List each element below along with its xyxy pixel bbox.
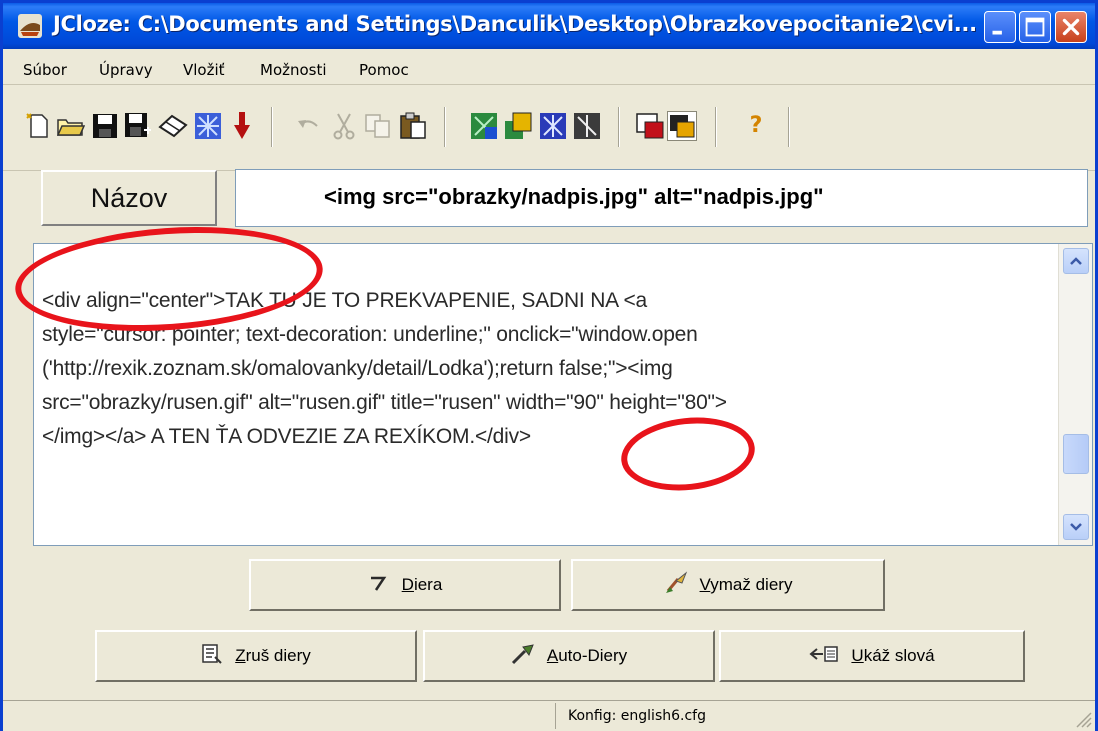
cancel-gaps-button[interactable]: Zruš diery bbox=[95, 630, 417, 682]
toolbar-separator bbox=[271, 107, 273, 147]
app-window: JCloze: C:\Documents and Settings\Dancul… bbox=[0, 0, 1098, 731]
paste-icon[interactable] bbox=[398, 111, 428, 141]
insert-pin-icon[interactable] bbox=[227, 111, 257, 141]
toolbar-separator bbox=[788, 107, 790, 147]
editor-line: src="obrazky/rusen.gif" alt="rusen.gif" … bbox=[42, 391, 727, 414]
close-button[interactable] bbox=[1055, 11, 1087, 43]
export-html-icon[interactable] bbox=[469, 111, 499, 141]
minimize-button[interactable] bbox=[984, 11, 1016, 43]
menu-help[interactable]: Pomoc bbox=[359, 61, 409, 79]
export-zip-icon[interactable] bbox=[572, 111, 602, 141]
list-icon bbox=[201, 643, 223, 669]
gap-icon bbox=[368, 574, 390, 596]
title-field-input[interactable]: <img src="obrazky/nadpis.jpg" alt="nadpi… bbox=[235, 169, 1088, 227]
auto-gaps-button-label: Auto-Diery bbox=[546, 646, 628, 665]
clear-gaps-button[interactable]: Vymaž diery bbox=[571, 559, 885, 611]
gap-button-label: Diera bbox=[401, 575, 443, 594]
editor-line: </img></a> A TEN ŤA ODVEZIE ZA REXÍKOM.<… bbox=[42, 425, 531, 448]
export-drag-drop-icon[interactable] bbox=[503, 111, 533, 141]
save-as-icon[interactable] bbox=[123, 111, 153, 141]
show-words-button[interactable]: Ukáž slová bbox=[719, 630, 1025, 682]
auto-gaps-button[interactable]: Auto-Diery bbox=[423, 630, 715, 682]
scroll-up-button[interactable] bbox=[1063, 248, 1089, 274]
copy-icon[interactable] bbox=[363, 111, 393, 141]
web-export-icon[interactable] bbox=[193, 111, 223, 141]
undo-icon[interactable] bbox=[294, 111, 324, 141]
chevron-up-icon bbox=[1070, 257, 1082, 265]
toolbar-separator bbox=[618, 107, 620, 147]
help-icon[interactable]: ? bbox=[741, 111, 771, 141]
scroll-thumb[interactable] bbox=[1063, 434, 1089, 474]
add-picture-icon[interactable] bbox=[635, 111, 665, 141]
wand-icon bbox=[511, 643, 535, 669]
new-file-icon[interactable] bbox=[23, 111, 53, 141]
menu-bar: Súbor Úpravy Vložiť Možnosti Pomoc bbox=[3, 49, 1095, 85]
clear-gaps-button-label: Vymaž diery bbox=[699, 575, 793, 594]
show-words-button-label: Ukáž slová bbox=[851, 646, 935, 665]
cut-icon[interactable] bbox=[329, 111, 359, 141]
resize-grip-icon[interactable] bbox=[1073, 709, 1093, 729]
close-icon bbox=[1062, 18, 1080, 36]
minimize-icon bbox=[992, 30, 1002, 35]
menu-options[interactable]: Možnosti bbox=[260, 61, 327, 79]
title-field-label: Názov bbox=[41, 170, 217, 226]
export-web-icon[interactable] bbox=[538, 111, 568, 141]
window-title: JCloze: C:\Documents and Settings\Dancul… bbox=[53, 12, 977, 36]
add-picture-drop-icon[interactable] bbox=[667, 111, 697, 141]
brush-icon bbox=[664, 571, 688, 599]
save-icon[interactable] bbox=[90, 111, 120, 141]
eraser-icon[interactable] bbox=[158, 111, 188, 141]
chevron-down-icon bbox=[1070, 523, 1082, 531]
status-bar: Konfig: english6.cfg bbox=[3, 700, 1095, 731]
config-status: Konfig: english6.cfg bbox=[555, 703, 1085, 729]
menu-file[interactable]: Súbor bbox=[23, 61, 67, 79]
maximize-icon bbox=[1025, 17, 1045, 37]
open-folder-icon[interactable] bbox=[56, 111, 86, 141]
menu-insert[interactable]: Vložiť bbox=[183, 61, 225, 79]
maximize-button[interactable] bbox=[1019, 11, 1051, 43]
jcloze-app-icon bbox=[18, 14, 42, 38]
toolbar-separator bbox=[715, 107, 717, 147]
title-bar[interactable]: JCloze: C:\Documents and Settings\Dancul… bbox=[3, 3, 1095, 49]
scroll-down-button[interactable] bbox=[1063, 514, 1089, 540]
cancel-gaps-button-label: Zruš diery bbox=[235, 646, 311, 665]
vertical-scrollbar[interactable] bbox=[1058, 244, 1092, 545]
editor-line: ('http://rexik.zoznam.sk/omalovanky/deta… bbox=[42, 357, 673, 380]
toolbar-separator bbox=[444, 107, 446, 147]
arrow-list-icon bbox=[809, 644, 839, 668]
gap-button[interactable]: Diera bbox=[249, 559, 561, 611]
menu-edit[interactable]: Úpravy bbox=[99, 61, 153, 79]
